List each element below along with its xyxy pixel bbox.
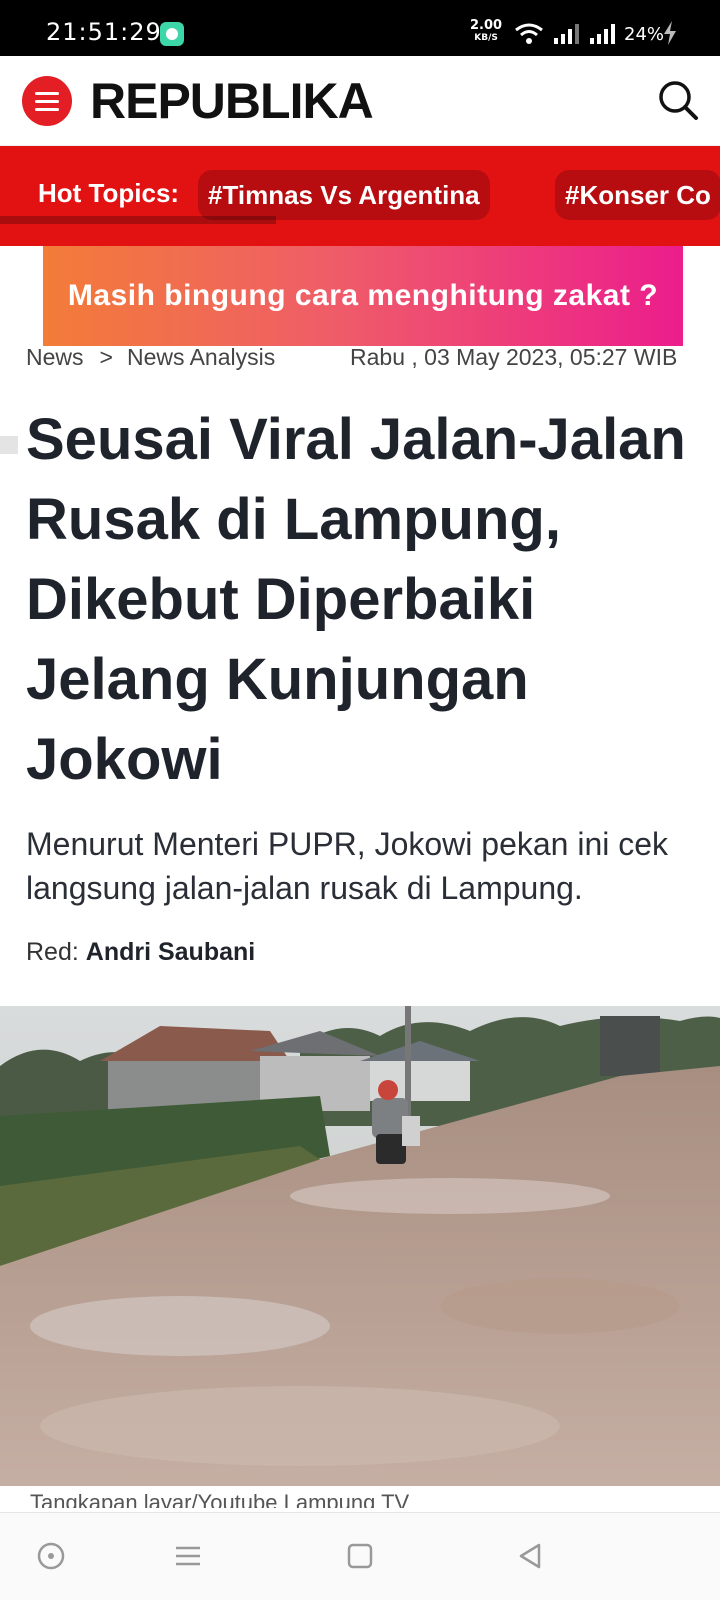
breadcrumb-item-news-analysis[interactable]: News Analysis bbox=[127, 344, 275, 370]
article-photo[interactable] bbox=[0, 1006, 720, 1486]
hot-topic-chip[interactable]: #Timnas Vs Argentina bbox=[198, 170, 490, 220]
photo-caption: Tangkapan layar/Youtube Lampung TV bbox=[30, 1490, 410, 1508]
side-marker bbox=[0, 436, 18, 454]
editor-label: Red: bbox=[26, 938, 79, 966]
breadcrumb-item-news[interactable]: News bbox=[26, 344, 84, 370]
network-speed-value: 2.00 bbox=[470, 18, 503, 33]
article-title: Seusai Viral Jalan-Jalan Rusak di Lampun… bbox=[26, 407, 686, 792]
zakat-banner[interactable]: Masih bingung cara menghitung zakat ? bbox=[43, 246, 683, 346]
signal-2-icon bbox=[590, 24, 615, 44]
status-bar: 21:51:29 2.00 KB/S 24% bbox=[0, 0, 720, 56]
site-header: REPUBLIKA bbox=[0, 56, 720, 146]
wifi-icon bbox=[515, 23, 543, 44]
app-notification-icon bbox=[160, 22, 184, 46]
hot-topics-bar: Hot Topics: #Timnas Vs Argentina #Konser… bbox=[0, 146, 720, 246]
charging-icon bbox=[664, 21, 676, 45]
breadcrumb: News > News Analysis bbox=[26, 344, 275, 371]
hot-topics-label: Hot Topics: bbox=[38, 178, 180, 208]
network-speed: 2.00 KB/S bbox=[470, 18, 503, 44]
back-triangle-icon[interactable] bbox=[515, 1541, 545, 1571]
hot-topic-chip[interactable]: #Konser Co bbox=[555, 170, 720, 220]
article-date: Rabu , 03 May 2023, 05:27 WIB bbox=[350, 344, 678, 370]
editor-name[interactable]: Andri Saubani bbox=[86, 938, 255, 966]
circle-nav-icon[interactable] bbox=[36, 1541, 66, 1571]
network-speed-unit: KB/S bbox=[474, 33, 498, 43]
hamburger-menu-button[interactable] bbox=[22, 76, 72, 126]
status-time: 21:51:29 bbox=[46, 18, 162, 46]
article-subtitle: Menurut Menteri PUPR, Jokowi pekan ini c… bbox=[26, 826, 669, 906]
site-logo[interactable]: REPUBLIKA bbox=[90, 72, 374, 130]
signal-1-icon bbox=[554, 24, 579, 44]
menu-lines-icon[interactable] bbox=[173, 1541, 203, 1571]
article-editor: Red: Andri Saubani bbox=[26, 938, 255, 967]
search-icon[interactable] bbox=[656, 78, 700, 122]
home-square-icon[interactable] bbox=[345, 1541, 375, 1571]
breadcrumb-separator: > bbox=[99, 344, 113, 370]
battery-level: 24% bbox=[624, 24, 665, 45]
system-nav-bar bbox=[0, 1512, 720, 1600]
hot-topics-scroll-indicator bbox=[0, 216, 276, 224]
